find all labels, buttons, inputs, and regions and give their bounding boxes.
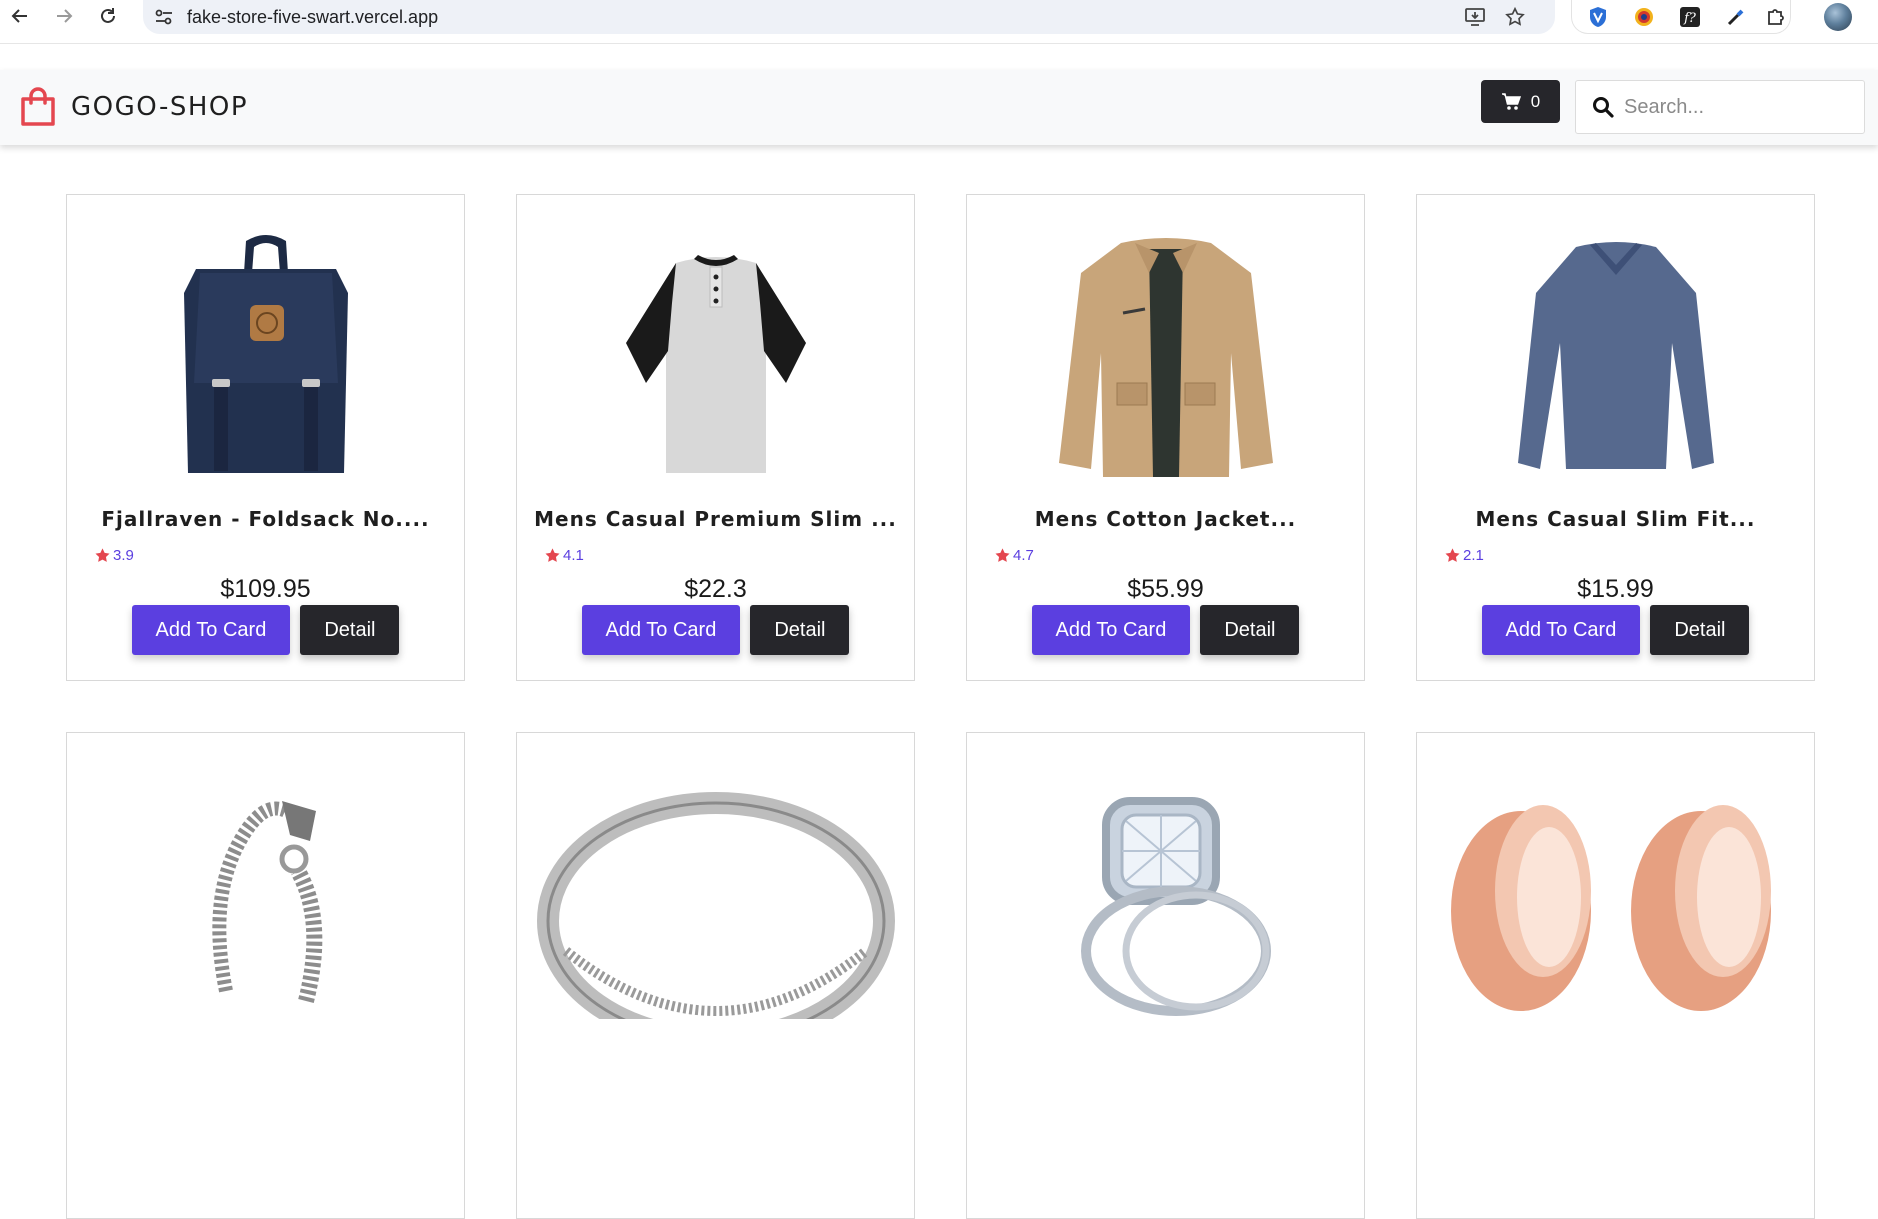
star-icon [545,548,560,562]
card-actions: Add To Card Detail [967,605,1364,655]
backpack-image[interactable] [141,233,391,481]
card-actions: Add To Card Detail [67,605,464,655]
star-icon [95,548,110,562]
cotton-jacket-image[interactable] [1041,233,1291,481]
diamond-ring-image[interactable] [1041,771,1291,1019]
bookmark-star-icon[interactable] [1503,5,1527,29]
address-bar[interactable]: fake-store-five-swart.vercel.app [143,0,1555,34]
detail-button[interactable]: Detail [1650,605,1750,655]
brand-name: GOGO-SHOP [71,92,249,122]
add-to-card-button[interactable]: Add To Card [1031,605,1191,655]
svg-text:f?: f? [1683,11,1697,26]
product-card: Mens Casual Slim Fit... 2.1 $15.99 Add T… [1416,194,1815,681]
product-card [1416,732,1815,1219]
product-rating: 3.9 [94,547,134,564]
detail-button[interactable]: Detail [750,605,850,655]
search-input[interactable] [1624,92,1844,122]
puzzle-extensions-icon[interactable] [1762,3,1790,31]
add-to-card-button[interactable]: Add To Card [1481,605,1641,655]
product-grid: Fjallraven - Foldsack No.... 3.9 $109.95… [66,194,1816,1219]
rating-value: 4.7 [1013,547,1034,564]
dragon-bracelet-image[interactable] [141,771,391,1019]
raglan-tshirt-image[interactable] [591,233,841,481]
add-to-card-button[interactable]: Add To Card [131,605,291,655]
rating-value: 4.1 [563,547,584,564]
shopping-bag-icon [21,87,55,126]
add-to-card-button[interactable]: Add To Card [581,605,741,655]
browser-toolbar: fake-store-five-swart.vercel.app f? [0,0,1878,44]
product-rating: 4.1 [544,547,584,564]
product-card [516,732,915,1219]
card-actions: Add To Card Detail [1417,605,1814,655]
eyedropper-extension-icon[interactable] [1722,3,1750,31]
longsleeve-shirt-image[interactable] [1491,233,1741,481]
url-text[interactable]: fake-store-five-swart.vercel.app [187,7,438,28]
star-icon [1445,548,1460,562]
product-title[interactable]: Mens Cotton Jacket... [967,507,1364,531]
profile-avatar[interactable] [1824,3,1852,31]
product-title[interactable]: Mens Casual Premium Slim ... [517,507,914,531]
product-card [966,732,1365,1219]
cart-count: 0 [1530,91,1541,111]
product-price: $22.3 [684,575,747,603]
product-rating: 2.1 [1444,547,1484,564]
product-card [66,732,465,1219]
brand-logo[interactable]: GOGO-SHOP [20,87,248,127]
site-settings-icon[interactable] [153,6,175,28]
install-app-icon[interactable] [1463,5,1487,29]
cart-button[interactable]: 0 [1481,80,1560,123]
card-actions: Add To Card Detail [517,605,914,655]
product-price: $15.99 [1577,575,1654,603]
colorful-extension-icon[interactable] [1630,3,1658,31]
cart-icon [1501,92,1521,110]
search-icon [1593,97,1614,118]
detail-button[interactable]: Detail [1200,605,1300,655]
product-rating: 4.7 [994,547,1034,564]
product-card: Mens Cotton Jacket... 4.7 $55.99 Add To … [966,194,1365,681]
search-box[interactable] [1575,80,1865,134]
detail-button[interactable]: Detail [300,605,400,655]
star-icon [995,548,1010,562]
product-price: $55.99 [1127,575,1204,603]
rose-gold-plugs-image[interactable] [1431,771,1801,1019]
extensions-group: f? [1571,0,1791,34]
forward-arrow-icon[interactable] [50,2,78,30]
product-title[interactable]: Mens Casual Slim Fit... [1417,507,1814,531]
silver-ring-image[interactable] [536,771,896,1019]
rating-value: 2.1 [1463,547,1484,564]
product-title[interactable]: Fjallraven - Foldsack No.... [67,507,464,531]
reload-icon[interactable] [94,2,122,30]
site-header: GOGO-SHOP 0 [0,70,1878,145]
shield-extension-icon[interactable] [1584,3,1612,31]
product-card: Mens Casual Premium Slim ... 4.1 $22.3 A… [516,194,915,681]
product-card: Fjallraven - Foldsack No.... 3.9 $109.95… [66,194,465,681]
product-price: $109.95 [220,575,311,603]
back-arrow-icon[interactable] [6,2,34,30]
fx-extension-icon[interactable]: f? [1676,3,1704,31]
rating-value: 3.9 [113,547,134,564]
